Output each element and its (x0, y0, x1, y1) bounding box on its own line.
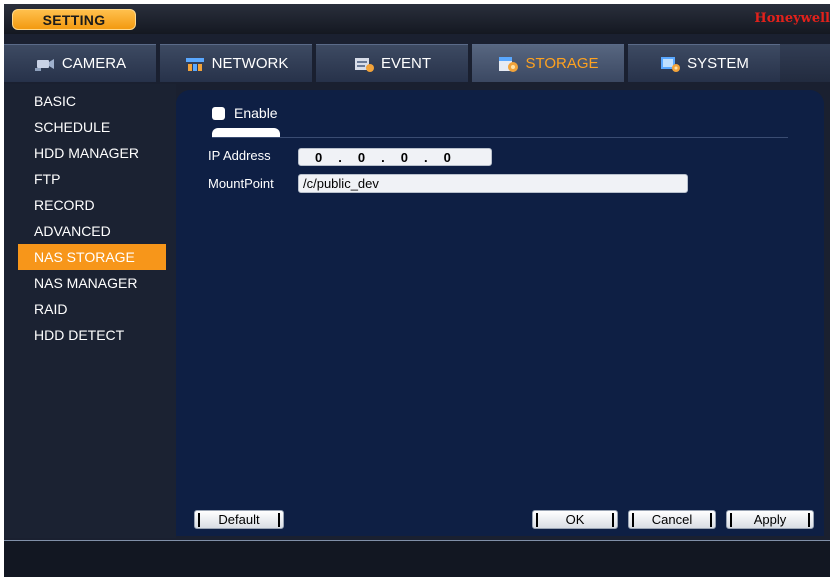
sidebar-item-nas-manager[interactable]: NAS MANAGER (18, 270, 166, 296)
enable-row: Enable (212, 104, 278, 122)
event-icon (354, 57, 374, 72)
sidebar-item-ftp[interactable]: FTP (18, 166, 166, 192)
setting-title: SETTING (12, 9, 136, 30)
sidebar-item-raid[interactable]: RAID (18, 296, 166, 322)
mountpoint-input[interactable]: /c/public_dev (298, 174, 688, 193)
default-button[interactable]: Default (194, 510, 284, 529)
tab-storage[interactable]: STORAGE (472, 44, 624, 82)
cancel-button[interactable]: Cancel (628, 510, 716, 529)
ok-button[interactable]: OK (532, 510, 618, 529)
camera-icon (34, 58, 54, 71)
tab-event-label: EVENT (380, 55, 431, 72)
tab-network-label: NETWORK (211, 55, 289, 72)
network-icon (185, 57, 204, 71)
status-bar (4, 540, 830, 577)
mountpoint-label: MountPoint (208, 176, 274, 191)
ip-address-label: IP Address (208, 148, 271, 163)
enable-label: Enable (234, 105, 278, 121)
ip-separator-2: . (381, 149, 385, 165)
section-divider (212, 137, 788, 138)
tab-camera-label: CAMERA (61, 55, 127, 72)
storage-icon (499, 56, 519, 72)
tab-system-label: SYSTEM (687, 55, 749, 72)
ip-octet-1[interactable]: 0 (315, 150, 322, 165)
ip-separator-3: . (423, 149, 428, 165)
ip-address-field[interactable]: 0 . 0 . 0 . 0 (298, 148, 492, 166)
ip-octet-4[interactable]: 0 (444, 150, 451, 165)
brand-logo: Honeywell (754, 11, 830, 26)
title-bar: SETTING Honeywell (4, 4, 830, 34)
ip-octet-2[interactable]: 0 (358, 150, 365, 165)
tab-bar-filler (780, 44, 830, 82)
sidebar-item-schedule[interactable]: SCHEDULE (18, 114, 166, 140)
sidebar-item-nas-storage[interactable]: NAS STORAGE (18, 244, 166, 270)
ip-separator-1: . (338, 149, 342, 165)
sidebar-item-record[interactable]: RECORD (18, 192, 166, 218)
system-icon (661, 56, 681, 72)
tab-system[interactable]: SYSTEM (628, 44, 780, 82)
tab-camera[interactable]: CAMERA (4, 44, 156, 82)
nas-storage-panel: Enable IP Address 0 . 0 . 0 . 0 MountPoi… (176, 90, 824, 536)
enable-checkbox[interactable] (212, 106, 225, 120)
tab-network[interactable]: NETWORK (160, 44, 312, 82)
tab-storage-label: STORAGE (525, 55, 599, 72)
ip-octet-3[interactable]: 0 (401, 150, 408, 165)
apply-button[interactable]: Apply (726, 510, 814, 529)
tab-event[interactable]: EVENT (316, 44, 468, 82)
sidebar-item-hdd-detect[interactable]: HDD DETECT (18, 322, 166, 348)
sidebar-item-hdd-manager[interactable]: HDD MANAGER (18, 140, 166, 166)
sidebar-item-basic[interactable]: BASIC (18, 88, 166, 114)
dvr-setting-screen: SETTING Honeywell CAMERA NETWORK EVENT S… (4, 4, 830, 577)
sidebar: BASIC SCHEDULE HDD MANAGER FTP RECORD AD… (4, 84, 176, 538)
main-tab-bar: CAMERA NETWORK EVENT STORAGE SYSTEM (4, 42, 830, 84)
sidebar-item-advanced[interactable]: ADVANCED (18, 218, 166, 244)
